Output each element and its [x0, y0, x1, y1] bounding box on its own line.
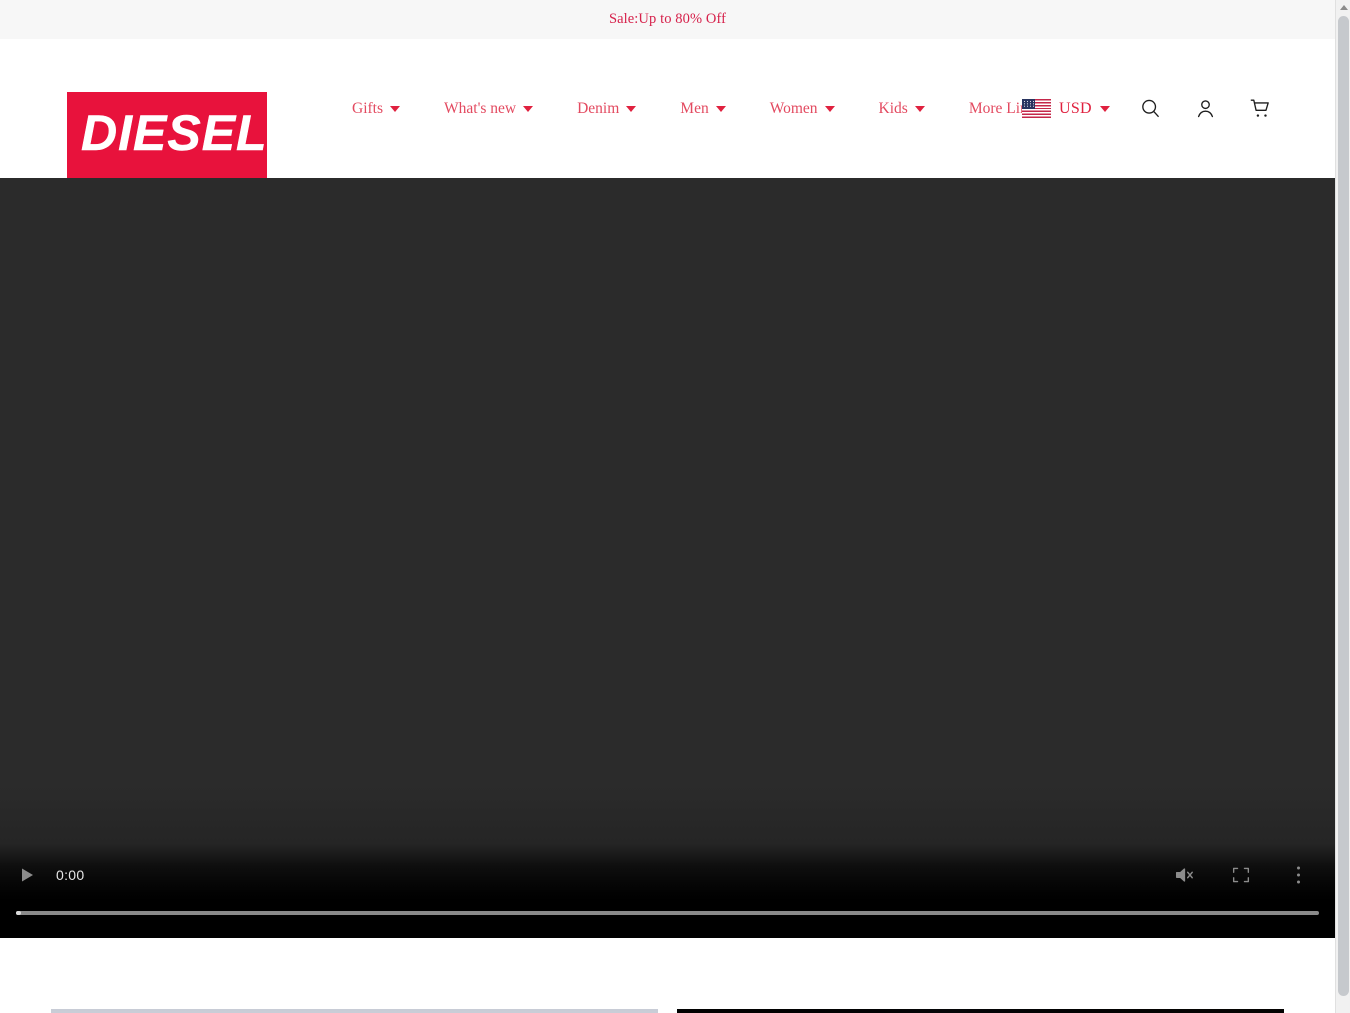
nav-item-label: Men	[680, 99, 709, 117]
promo-cards-row	[0, 1009, 1335, 1013]
scrollbar-thumb[interactable]	[1338, 16, 1349, 996]
search-icon[interactable]	[1137, 96, 1163, 122]
chevron-down-icon	[390, 105, 400, 112]
nav-item-gifts[interactable]: Gifts	[330, 100, 422, 118]
nav-item-label: What's new	[444, 99, 517, 117]
video-seek-progress	[16, 911, 22, 915]
announcement-bar: Sale:Up to 80% Off	[0, 0, 1335, 39]
main-navigation: Gifts What's new Denim Men Women Kids Mo…	[330, 39, 1064, 178]
announcement-text: Sale:Up to 80% Off	[608, 11, 727, 27]
nav-item-kids[interactable]: Kids	[857, 100, 947, 118]
video-surface	[0, 178, 1335, 938]
video-control-row: 0:00	[0, 853, 1335, 897]
chevron-down-icon	[1099, 105, 1110, 112]
chevron-down-icon	[523, 105, 534, 112]
mute-icon[interactable]	[1171, 862, 1197, 888]
promo-cards-section	[0, 938, 1335, 1013]
page-root: Sale:Up to 80% Off DIESEL ® FOR SUCCESSF…	[0, 0, 1350, 1013]
scroll-up-arrow-icon[interactable]	[1336, 0, 1350, 14]
nav-item-whats-new[interactable]: What's new	[422, 100, 555, 118]
video-controls-left: 0:00	[14, 862, 84, 888]
chevron-down-icon	[715, 105, 726, 112]
video-seek-bar[interactable]	[16, 911, 1319, 915]
chevron-down-icon	[914, 105, 925, 112]
currency-code-label: USD	[1059, 99, 1092, 117]
hero-video-player[interactable]: 0:00	[0, 178, 1335, 938]
currency-selector[interactable]: USD	[1022, 39, 1110, 178]
video-controls-right	[1171, 862, 1321, 888]
nav-item-men[interactable]: Men	[658, 100, 747, 118]
vertical-scrollbar[interactable]	[1335, 0, 1350, 1013]
nav-item-label: Kids	[878, 99, 908, 117]
flag-canton	[1022, 99, 1035, 110]
video-current-time: 0:00	[56, 867, 85, 883]
account-icon[interactable]	[1192, 96, 1218, 122]
nav-item-label: Gifts	[352, 99, 383, 117]
nav-item-denim[interactable]: Denim	[555, 100, 658, 118]
chevron-down-icon	[626, 105, 637, 112]
play-icon[interactable]	[14, 862, 40, 888]
chevron-down-icon	[824, 105, 835, 112]
us-flag-icon	[1022, 99, 1051, 118]
browser-viewport: Sale:Up to 80% Off DIESEL ® FOR SUCCESSF…	[0, 0, 1335, 1013]
cart-icon[interactable]	[1247, 96, 1273, 122]
nav-item-label: Women	[769, 99, 818, 117]
fullscreen-icon[interactable]	[1228, 862, 1254, 888]
header-actions	[1137, 39, 1273, 178]
promo-card-left[interactable]	[51, 1009, 658, 1013]
video-control-bar: 0:00	[0, 844, 1335, 938]
logo-wordmark: DIESEL	[81, 105, 267, 162]
nav-item-women[interactable]: Women	[748, 100, 857, 118]
site-header: DIESEL ® FOR SUCCESSFUL LIVING Gifts Wha…	[0, 39, 1335, 204]
nav-item-label: Denim	[577, 99, 620, 117]
more-options-icon[interactable]	[1285, 862, 1311, 888]
promo-card-right[interactable]	[677, 1009, 1284, 1013]
